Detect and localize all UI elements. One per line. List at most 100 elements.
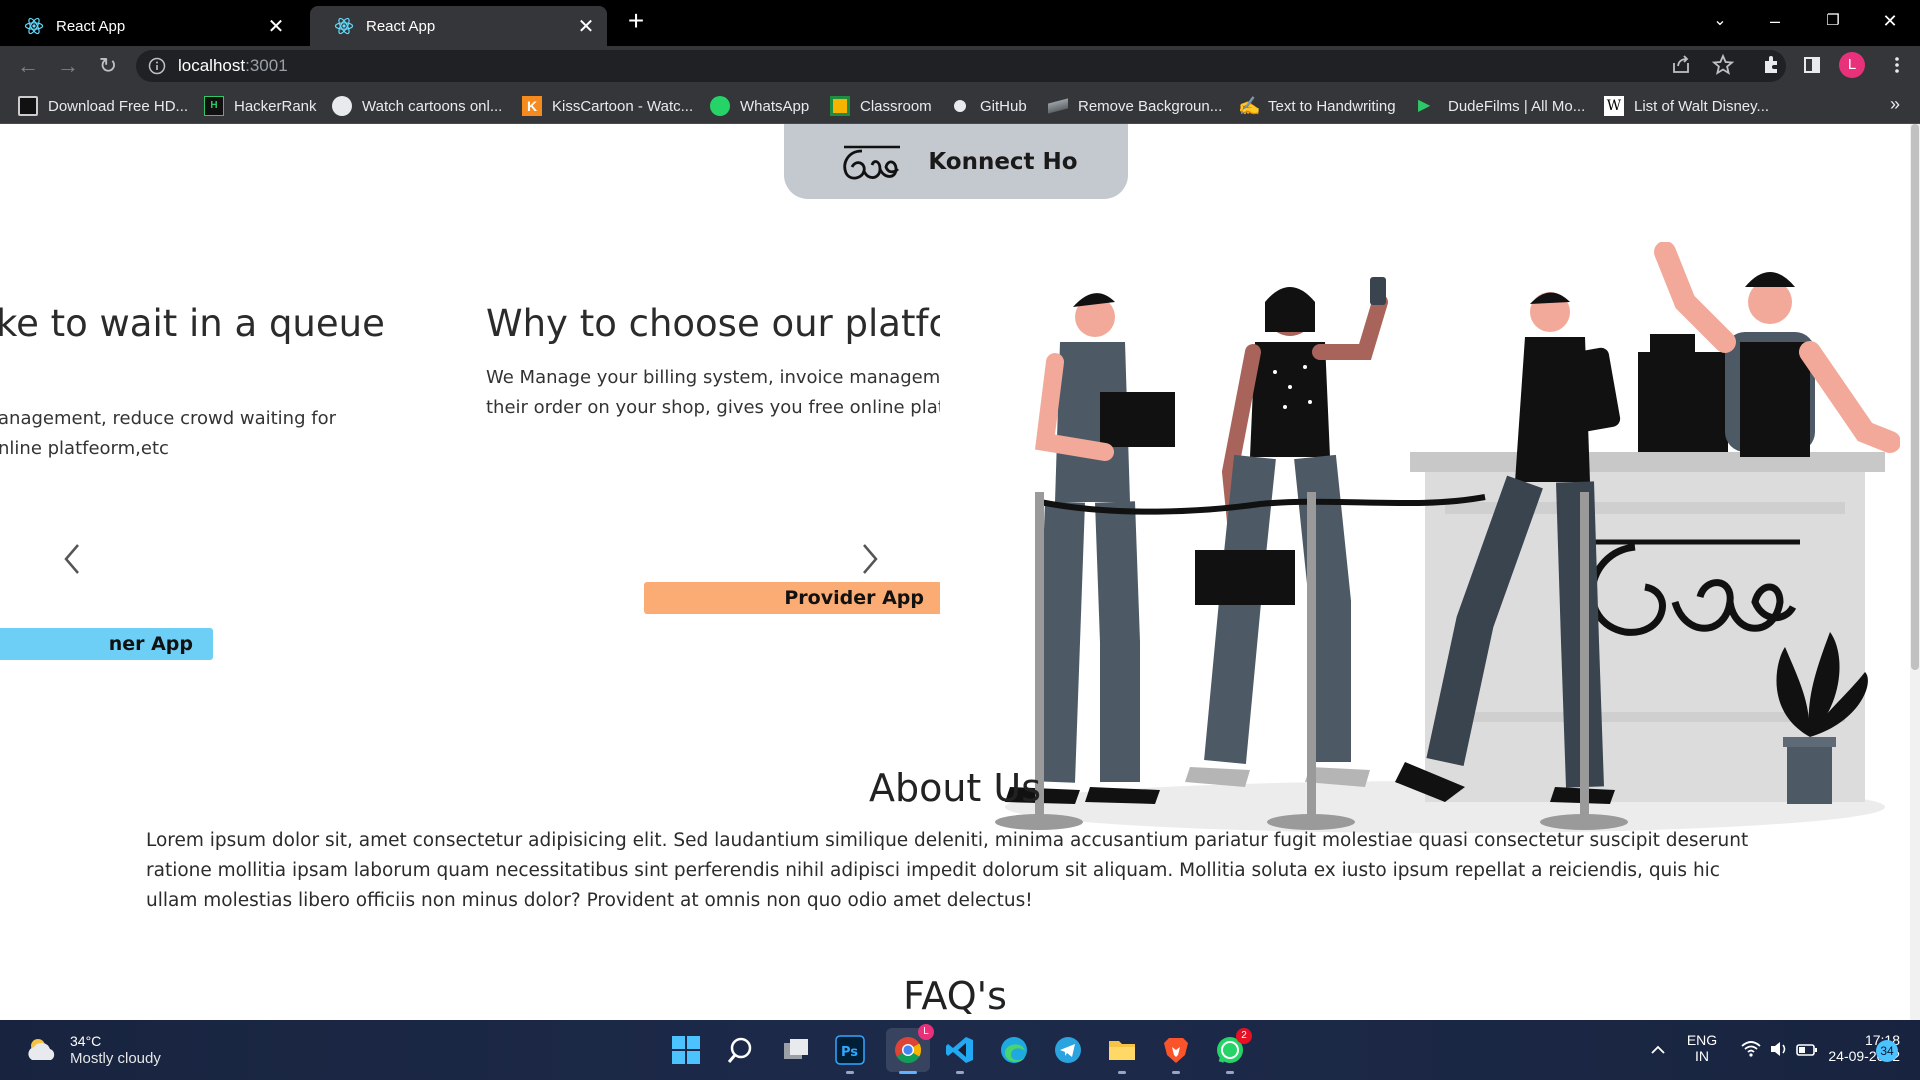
folder-icon [1109,1041,1135,1060]
back-icon[interactable]: ← [12,50,44,82]
search-button[interactable] [722,1032,758,1068]
konnect-ho-logo [843,145,901,179]
running-indicator [846,1071,854,1074]
new-tab-button[interactable]: + [622,7,650,36]
slide-text-line: nline platfeorm,etc [0,438,169,459]
telegram-icon [1055,1037,1081,1063]
carousel-slide: Why to choose our platfc We Manage your … [486,274,940,694]
browser-tab-strip: React App ✕ React App ✕ + ⌄ – ❐ ✕ [0,0,1920,46]
bookmark-item[interactable]: H HackerRank [204,94,317,118]
more-menu-icon[interactable] [1882,50,1912,80]
minimize-button[interactable]: – [1755,6,1795,36]
bookmarks-overflow-icon[interactable]: » [1890,94,1900,115]
edge-icon [1001,1037,1027,1063]
tab-title: React App [366,17,436,35]
bookmark-item[interactable]: GitHub [950,94,1027,118]
carousel-slide: ke to wait in a queue anagement, reduce … [0,274,440,694]
provider-app-button[interactable]: Provider App [644,582,940,614]
task-view-button[interactable] [778,1032,814,1068]
url-port: :3001 [245,56,288,75]
page-scrollbar[interactable] [1910,124,1920,1020]
side-panel-icon[interactable] [1797,50,1827,80]
bookmark-star-icon[interactable] [1708,50,1738,80]
cloud-sun-icon [28,1039,55,1060]
file-explorer-app[interactable] [1104,1032,1140,1074]
scrollbar-thumb[interactable] [1911,124,1919,670]
globe-icon [332,96,352,116]
slide-text-line: their order on your shop, gives you free… [486,397,940,418]
bookmark-item[interactable]: WhatsApp [710,94,809,118]
profile-avatar[interactable]: L [1839,52,1865,78]
language-region: IN [1695,1048,1709,1064]
close-window-button[interactable]: ✕ [1870,6,1910,36]
bookmark-item[interactable]: Remove Backgroun... [1048,94,1222,118]
weather-widget[interactable]: 34°C Mostly cloudy [24,1032,161,1068]
close-tab-icon[interactable]: ✕ [571,14,601,39]
bookmark-item[interactable]: ✍ Text to Handwriting [1238,94,1396,118]
photoshop-app[interactable]: Ps [832,1032,868,1074]
carousel-prev-icon[interactable] [52,529,92,589]
running-indicator [956,1071,964,1074]
edge-app[interactable] [996,1032,1032,1068]
download-site-icon [18,96,38,116]
wikipedia-icon: W [1604,96,1624,116]
weather-desc: Mostly cloudy [70,1050,161,1067]
slide-title: Why to choose our platfc [486,302,940,345]
chevron-up-icon[interactable] [1648,1040,1668,1060]
bookmark-label: Classroom [860,97,932,115]
classroom-icon [830,96,850,116]
vscode-app[interactable] [942,1032,978,1074]
vscode-icon [946,1037,973,1063]
photoshop-icon: Ps [835,1035,865,1065]
bookmark-label: GitHub [980,97,1027,115]
tab-search-icon[interactable]: ⌄ [1700,6,1740,36]
cash-register [1638,334,1728,452]
bookmark-label: Download Free HD... [48,97,189,115]
wifi-icon[interactable] [1740,1038,1762,1060]
bookmark-item[interactable]: Download Free HD... [18,94,188,118]
tab-title: React App [56,17,126,35]
browser-tab-active[interactable]: React App ✕ [310,6,607,46]
bookmarks-bar: Download Free HD... H HackerRank Watch c… [0,86,1920,124]
task-view-icon [784,1039,808,1059]
language-code: ENG [1686,1032,1718,1048]
bookmark-item[interactable]: W List of Walt Disney... [1604,94,1769,118]
carousel-next-icon[interactable] [850,529,890,589]
telegram-app[interactable] [1050,1032,1086,1068]
browser-toolbar: ← → ↻ localhost:3001 [0,46,1920,86]
bookmark-item[interactable]: Watch cartoons onl... [332,94,502,118]
chrome-app[interactable]: L [886,1024,934,1074]
bookmark-label: HackerRank [234,97,317,115]
react-icon [24,17,44,35]
battery-icon[interactable] [1796,1039,1818,1061]
bookmark-item[interactable]: K KissCartoon - Watc... [522,94,693,118]
restore-button[interactable]: ❐ [1813,6,1853,36]
chrome-icon [895,1037,922,1064]
browser-tab[interactable]: React App ✕ [0,6,297,46]
brave-app[interactable] [1158,1032,1194,1074]
kisscartoon-icon: K [522,96,542,116]
navbar-brand[interactable]: Konnect Ho [784,124,1128,199]
reload-icon[interactable]: ↻ [92,50,124,82]
forward-icon[interactable]: → [52,50,84,82]
start-button[interactable] [668,1032,704,1068]
bookmark-label: Text to Handwriting [1268,97,1396,115]
whatsapp-icon [710,96,730,116]
language-indicator[interactable]: ENG IN [1680,1032,1724,1064]
share-icon[interactable] [1666,50,1696,80]
woman-figure [1185,277,1388,787]
close-tab-icon[interactable]: ✕ [261,14,291,39]
site-info-icon[interactable] [148,57,166,75]
bookmark-label: List of Walt Disney... [1634,97,1770,115]
bookmark-item[interactable]: Classroom [830,94,932,118]
handwriting-icon: ✍ [1238,96,1261,116]
volume-icon[interactable] [1768,1038,1790,1060]
running-indicator [1118,1071,1126,1074]
notification-badge[interactable]: 34 [1876,1040,1898,1062]
whatsapp-app[interactable]: 2 [1212,1028,1252,1074]
bookmark-item[interactable]: ▶ DudeFilms | All Mo... [1418,94,1585,118]
customer-app-button[interactable]: ner App [0,628,213,660]
extensions-icon[interactable] [1756,50,1786,80]
address-bar[interactable]: localhost:3001 [136,50,1786,82]
windows-icon [672,1036,700,1064]
